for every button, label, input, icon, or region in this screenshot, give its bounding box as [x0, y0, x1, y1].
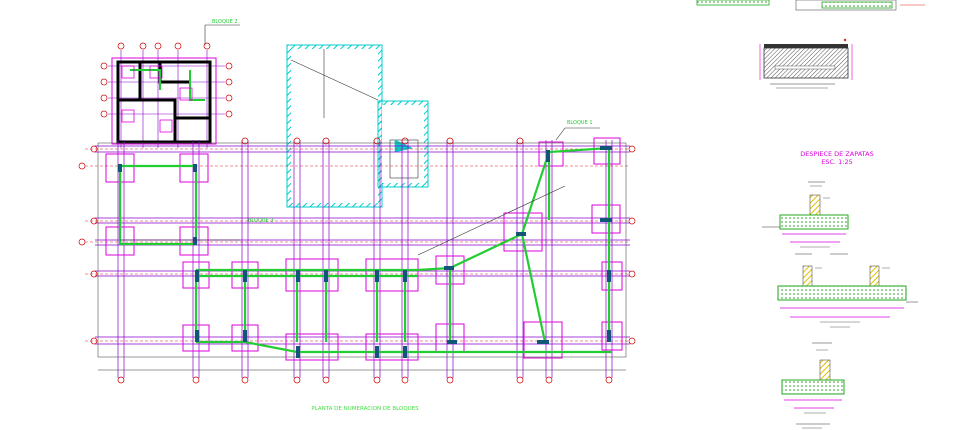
detail-top-1: [696, 0, 770, 6]
block-3-label: BLOQUE 3: [248, 218, 274, 224]
detail-scale: ESC. 1:25: [821, 158, 853, 166]
block-2-label: BLOQUE 2: [212, 19, 238, 25]
footing-detail-3: [781, 342, 845, 429]
detail-title: DESPIECE DE ZAPATAS: [800, 150, 873, 158]
grid-bubbles-bottom: [117, 376, 613, 384]
footing-detail-1: [762, 181, 849, 248]
section-detail: [759, 38, 853, 89]
block-2-grid-bubbles: [100, 42, 233, 118]
detail-panel: DESPIECE DE ZAPATAS ESC. 1:25: [696, 0, 925, 429]
floor-plan: BLOQUE 2 BLOQUE 1 BLOQUE 3 PLANTA DE NUM…: [78, 19, 636, 412]
block-2-structure: [111, 57, 217, 145]
footing-detail-2: [777, 253, 918, 328]
plan-title: PLANTA DE NUMERACION DE BLOQUES: [311, 406, 419, 412]
hatched-area: [286, 44, 429, 208]
cad-drawing: BLOQUE 2 BLOQUE 1 BLOQUE 3 PLANTA DE NUM…: [78, 0, 925, 429]
block-1-label: BLOQUE 1: [567, 120, 593, 126]
